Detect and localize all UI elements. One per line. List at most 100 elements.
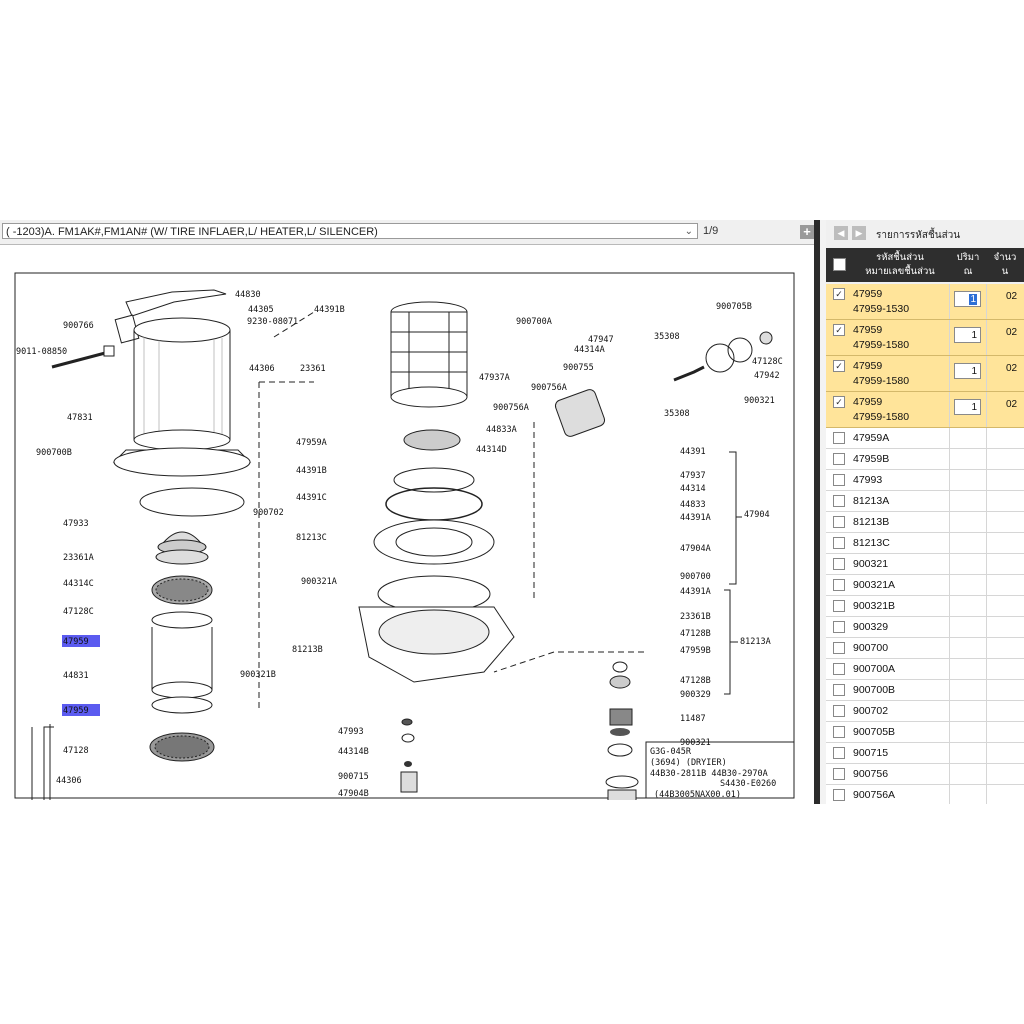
row-count: 02 — [1006, 363, 1018, 374]
table-row[interactable]: 900329 — [826, 617, 1024, 638]
table-row-selected[interactable]: ✓ 47959 47959-1580 1 02 — [826, 320, 1024, 356]
row-checkbox[interactable] — [833, 516, 845, 528]
label-44314: 44314 — [680, 484, 706, 494]
col-qty-header: ปริมา ณ — [952, 251, 984, 279]
row-code: 900321A — [853, 579, 896, 591]
table-row[interactable]: 900700A — [826, 659, 1024, 680]
row-code: 81213C — [853, 537, 890, 549]
row-checkbox[interactable] — [833, 789, 845, 801]
label-44833a: 44833A — [486, 425, 517, 435]
label-81213c: 81213C — [296, 533, 327, 543]
row-code: 900700A — [853, 663, 896, 675]
table-row[interactable]: 81213A — [826, 491, 1024, 512]
label-23361a: 23361A — [63, 553, 94, 563]
row-checkbox[interactable] — [833, 474, 845, 486]
qty-input[interactable]: 1 — [954, 327, 981, 343]
col-qty-line2: ณ — [963, 266, 973, 277]
label-47128c: 47128C — [63, 607, 94, 617]
row-code: 47959A — [853, 432, 890, 444]
row-part-number: 47959-1580 — [853, 375, 910, 387]
row-checkbox[interactable] — [833, 537, 845, 549]
table-row[interactable]: 900321A — [826, 575, 1024, 596]
row-checkbox[interactable] — [833, 726, 845, 738]
label-900321b: 900321B — [240, 670, 276, 680]
row-checkbox[interactable] — [833, 432, 845, 444]
qty-input[interactable]: 1 — [954, 291, 981, 307]
row-checkbox-checked[interactable]: ✓ — [833, 324, 845, 336]
label-47993: 47993 — [338, 727, 364, 737]
table-row[interactable]: 47959B — [826, 449, 1024, 470]
table-row[interactable]: 900700 — [826, 638, 1024, 659]
table-row[interactable]: 900321 — [826, 554, 1024, 575]
row-checkbox[interactable] — [833, 600, 845, 612]
label-900700b: 900700B — [36, 448, 72, 458]
row-checkbox[interactable] — [833, 621, 845, 633]
row-checkbox[interactable] — [833, 747, 845, 759]
label-44391a-2: 44391A — [680, 587, 711, 597]
label-11487: 11487 — [680, 714, 706, 724]
table-row[interactable]: 81213C — [826, 533, 1024, 554]
label-44391a: 44391A — [680, 513, 711, 523]
label-44830: 44830 — [235, 290, 261, 300]
qty-input[interactable]: 1 — [954, 399, 981, 415]
table-row[interactable]: 47993 — [826, 470, 1024, 491]
info-line-4: S4430-E0260 — [720, 779, 776, 789]
col-code-line1: รหัสชื้นส่วน — [876, 252, 924, 263]
label-44314a: 44314A — [574, 345, 605, 355]
label-47128: 47128 — [63, 746, 89, 756]
label-44833: 44833 — [680, 500, 706, 510]
plus-icon[interactable]: + — [800, 225, 814, 239]
row-checkbox[interactable] — [833, 495, 845, 507]
label-900702: 900702 — [253, 508, 284, 518]
row-checkbox[interactable] — [833, 453, 845, 465]
qty-input[interactable]: 1 — [954, 363, 981, 379]
model-dropdown-value: ( -1203)A. FM1AK#,FM1AN# (W/ TIRE INFLAE… — [6, 226, 378, 238]
row-checkbox-checked[interactable]: ✓ — [833, 288, 845, 300]
row-code: 47959 — [853, 324, 883, 336]
col-count-line2: น — [1001, 266, 1009, 277]
chevron-left-icon[interactable]: ◀ — [834, 226, 848, 240]
label-47942: 47942 — [754, 371, 780, 381]
label-900755: 900755 — [563, 363, 594, 373]
table-row[interactable]: 900756A — [826, 785, 1024, 804]
label-47959-highlight-2[interactable]: 47959 — [63, 706, 89, 716]
label-23361b: 23361B — [680, 612, 711, 622]
table-row[interactable]: 81213B — [826, 512, 1024, 533]
row-checkbox[interactable] — [833, 705, 845, 717]
row-checkbox-checked[interactable]: ✓ — [833, 360, 845, 372]
chevron-right-icon[interactable]: ▶ — [852, 226, 866, 240]
row-checkbox[interactable] — [833, 663, 845, 675]
label-47128b-2: 47128B — [680, 676, 711, 686]
label-44391b: 44391B — [314, 305, 345, 315]
row-checkbox[interactable] — [833, 642, 845, 654]
select-all-checkbox[interactable] — [833, 258, 846, 271]
row-checkbox[interactable] — [833, 579, 845, 591]
table-row[interactable]: 900715 — [826, 743, 1024, 764]
table-row[interactable]: 900756 — [826, 764, 1024, 785]
table-row-selected[interactable]: ✓ 47959 47959-1530 1 02 — [826, 284, 1024, 320]
chevron-down-icon: ⌄ — [684, 226, 693, 237]
row-checkbox[interactable] — [833, 768, 845, 780]
table-row-selected[interactable]: ✓ 47959 47959-1580 1 02 — [826, 356, 1024, 392]
label-900321: 900321 — [744, 396, 775, 406]
model-dropdown[interactable]: ( -1203)A. FM1AK#,FM1AN# (W/ TIRE INFLAE… — [2, 223, 698, 239]
table-row-selected[interactable]: ✓ 47959 47959-1580 1 02 — [826, 392, 1024, 428]
table-row[interactable]: 900700B — [826, 680, 1024, 701]
label-900321a: 900321A — [301, 577, 337, 587]
label-47937a: 47937A — [479, 373, 510, 383]
label-44314b: 44314B — [338, 747, 369, 757]
table-row[interactable]: 900321B — [826, 596, 1024, 617]
label-44314c: 44314C — [63, 579, 94, 589]
row-part-number: 47959-1530 — [853, 303, 910, 315]
row-checkbox-checked[interactable]: ✓ — [833, 396, 845, 408]
table-row[interactable]: 900705B — [826, 722, 1024, 743]
table-row[interactable]: 900702 — [826, 701, 1024, 722]
parts-catalog-app: ( -1203)A. FM1AK#,FM1AN# (W/ TIRE INFLAE… — [0, 220, 1024, 804]
label-900329: 900329 — [680, 690, 711, 700]
table-row[interactable]: 47959A — [826, 428, 1024, 449]
row-checkbox[interactable] — [833, 684, 845, 696]
label-47959-highlight-1[interactable]: 47959 — [63, 637, 89, 647]
row-checkbox[interactable] — [833, 558, 845, 570]
parts-list-header: ◀ ▶ รายการรหัสชื้นส่วน — [826, 220, 1024, 246]
label-47933: 47933 — [63, 519, 89, 529]
